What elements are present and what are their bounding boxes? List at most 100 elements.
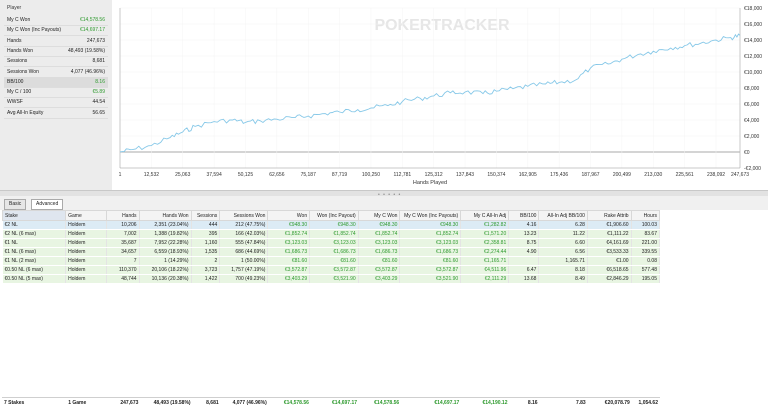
x-tick-label: 213,030 <box>644 172 662 178</box>
totals-cell: 48,493 (19.58%) <box>153 399 191 406</box>
column-header[interactable]: Won (Inc Payout) <box>309 210 359 221</box>
stat-label: Sessions Won <box>7 68 39 75</box>
table-cell: €3,521.90 <box>399 274 462 284</box>
column-header[interactable]: My C All-In Adj <box>460 210 510 221</box>
table-row[interactable]: €2 NL Holdem 10,206 2,351 (23.04%) 444 212 (4… <box>2 220 661 230</box>
table-cell: 6.28 <box>538 220 588 230</box>
y-tick-label: -€2,000 <box>744 166 761 172</box>
table-cell: 166 (42.03%) <box>219 229 269 239</box>
stat-value: €14,578.56 <box>79 17 105 23</box>
table-row[interactable]: €1 NL Holdem 35,687 7,952 (22.28%) 1,160 555 … <box>2 238 661 248</box>
table-cell: 3,723 <box>191 265 221 275</box>
table-cell: Holdem <box>65 229 108 239</box>
column-header[interactable]: Hours <box>630 210 661 221</box>
x-tick-label: 87,719 <box>332 172 348 178</box>
table-cell: €1,165.71 <box>460 256 510 266</box>
totals-cell: 8,681 <box>206 399 219 406</box>
table-cell: 7 <box>106 256 140 266</box>
totals-cell: 7 Stakes <box>4 399 25 406</box>
table-row[interactable]: €0.50 NL (5 max) Holdem 48,744 10,136 (20.3… <box>2 274 661 284</box>
tab-advanced[interactable]: Advanced <box>31 199 64 210</box>
table-cell: €1,686.73 <box>309 247 359 257</box>
stat-label: My C Won <box>7 17 31 23</box>
table-cell: €0.50 NL (6 max) <box>2 265 67 275</box>
table-cell: €1,906.60 <box>587 220 632 230</box>
table-cell: €3,533.33 <box>587 247 632 257</box>
table-cell: €1.00 <box>587 256 632 266</box>
column-header[interactable]: BB/100 <box>508 210 540 221</box>
table-cell: 10,136 (20.38%) <box>139 274 192 284</box>
table-cell: €81.60 <box>399 256 462 266</box>
table-cell: 700 (49.23%) <box>219 274 269 284</box>
table-cell: 34,657 <box>106 247 140 257</box>
table-cell: 48,744 <box>106 274 140 284</box>
stakes-table: Stake Game Hands Hands Won Sessions Sessions … <box>1 210 661 284</box>
table-cell: €1,282.82 <box>460 220 510 230</box>
player-stats-panel: Player My C Won €14,578.56 My C Won (Inc P… <box>0 0 113 190</box>
table-cell: €1 NL <box>2 238 67 248</box>
table-cell: €948.30 <box>358 220 401 230</box>
stat-label: Avg All-In Equity <box>7 109 44 116</box>
stat-value: €14,697.17 <box>79 27 105 34</box>
table-cell: 0.08 <box>631 256 661 266</box>
totals-cell: 7.83 <box>575 399 586 406</box>
column-header[interactable]: Won <box>267 210 311 221</box>
totals-table: 7 Stakes 1 Game 247,673 48,493 (19.58%) 8,68… <box>2 397 660 407</box>
column-header[interactable]: Hands Won <box>138 210 192 221</box>
column-header[interactable]: Hands <box>106 210 140 221</box>
table-row[interactable]: €1 NL (6 max) Holdem 34,657 6,559 (18.93%) 1… <box>2 247 661 257</box>
y-tick-label: €2,000 <box>744 134 760 140</box>
stat-label: Hands Won <box>7 47 34 54</box>
x-tick-label: 12,532 <box>144 172 160 178</box>
table-cell: €81.60 <box>267 256 311 266</box>
column-header[interactable]: Rake Attrib <box>586 210 632 221</box>
table-cell: 444 <box>191 220 221 230</box>
x-tick-label: 25,063 <box>175 172 191 178</box>
stat-label: BB/100 <box>7 78 24 85</box>
table-cell: €3,403.29 <box>267 274 311 284</box>
tab-basic[interactable]: Basic <box>4 199 27 210</box>
y-tick-label: €6,000 <box>744 102 760 108</box>
table-cell: €948.30 <box>267 220 311 230</box>
table-cell: 1,160 <box>191 238 221 248</box>
table-cell: €1,852.74 <box>399 229 462 239</box>
table-cell: 6.60 <box>538 238 588 248</box>
y-tick-label: €4,000 <box>744 118 760 124</box>
table-row[interactable]: €2 NL (6 max) Holdem 7,002 1,388 (19.82%) 39… <box>2 229 661 239</box>
table-cell: €2,846.29 <box>587 274 632 284</box>
column-header[interactable]: Stake <box>1 210 67 221</box>
table-cell: 8.49 <box>538 274 588 284</box>
stat-label: Hands <box>7 37 22 44</box>
x-tick-label: 137,843 <box>456 172 474 178</box>
table-cell <box>508 256 540 266</box>
table-row[interactable]: €0.50 NL (6 max) Holdem 110,370 20,106 (18.… <box>2 265 661 275</box>
x-tick-label: 62,656 <box>269 172 285 178</box>
table-cell: €4,161.69 <box>587 238 632 248</box>
stat-label: My C / 100 <box>7 89 32 96</box>
table-cell: 395 <box>191 229 221 239</box>
table-cell: €2,274.44 <box>460 247 510 257</box>
stat-value: 247,673 <box>86 37 105 44</box>
x-tick-label: 112,781 <box>393 172 411 178</box>
column-header[interactable]: Game <box>65 210 108 221</box>
table-cell: €1,686.73 <box>267 247 311 257</box>
table-cell: 35,687 <box>106 238 140 248</box>
stat-label: Sessions <box>7 58 28 65</box>
table-row[interactable]: €1 NL (2 max) Holdem 7 1 (14.29%) 2 1 (50.00%… <box>2 256 661 266</box>
table-cell: Holdem <box>65 247 108 257</box>
table-cell: 83.67 <box>631 229 661 239</box>
stat-value: 4,077 (46.96%) <box>70 68 105 75</box>
column-header[interactable]: My C Won <box>357 210 401 221</box>
table-cell: €81.60 <box>358 256 401 266</box>
table-cell: Holdem <box>65 256 108 266</box>
stat-value: 56.65 <box>92 109 105 116</box>
column-header[interactable]: Sessions <box>190 210 221 221</box>
table-cell: 577.48 <box>631 265 661 275</box>
x-tick-label: 150,374 <box>487 172 505 178</box>
x-tick-label: 37,594 <box>206 172 222 178</box>
column-header[interactable]: My C Won (Inc Payouts) <box>399 210 462 221</box>
y-tick-label: €10,000 <box>744 70 762 76</box>
table-cell: 339.55 <box>631 247 661 257</box>
column-header[interactable]: All-In Adj BB/100 <box>538 210 588 221</box>
column-header[interactable]: Sessions Won <box>219 210 269 221</box>
